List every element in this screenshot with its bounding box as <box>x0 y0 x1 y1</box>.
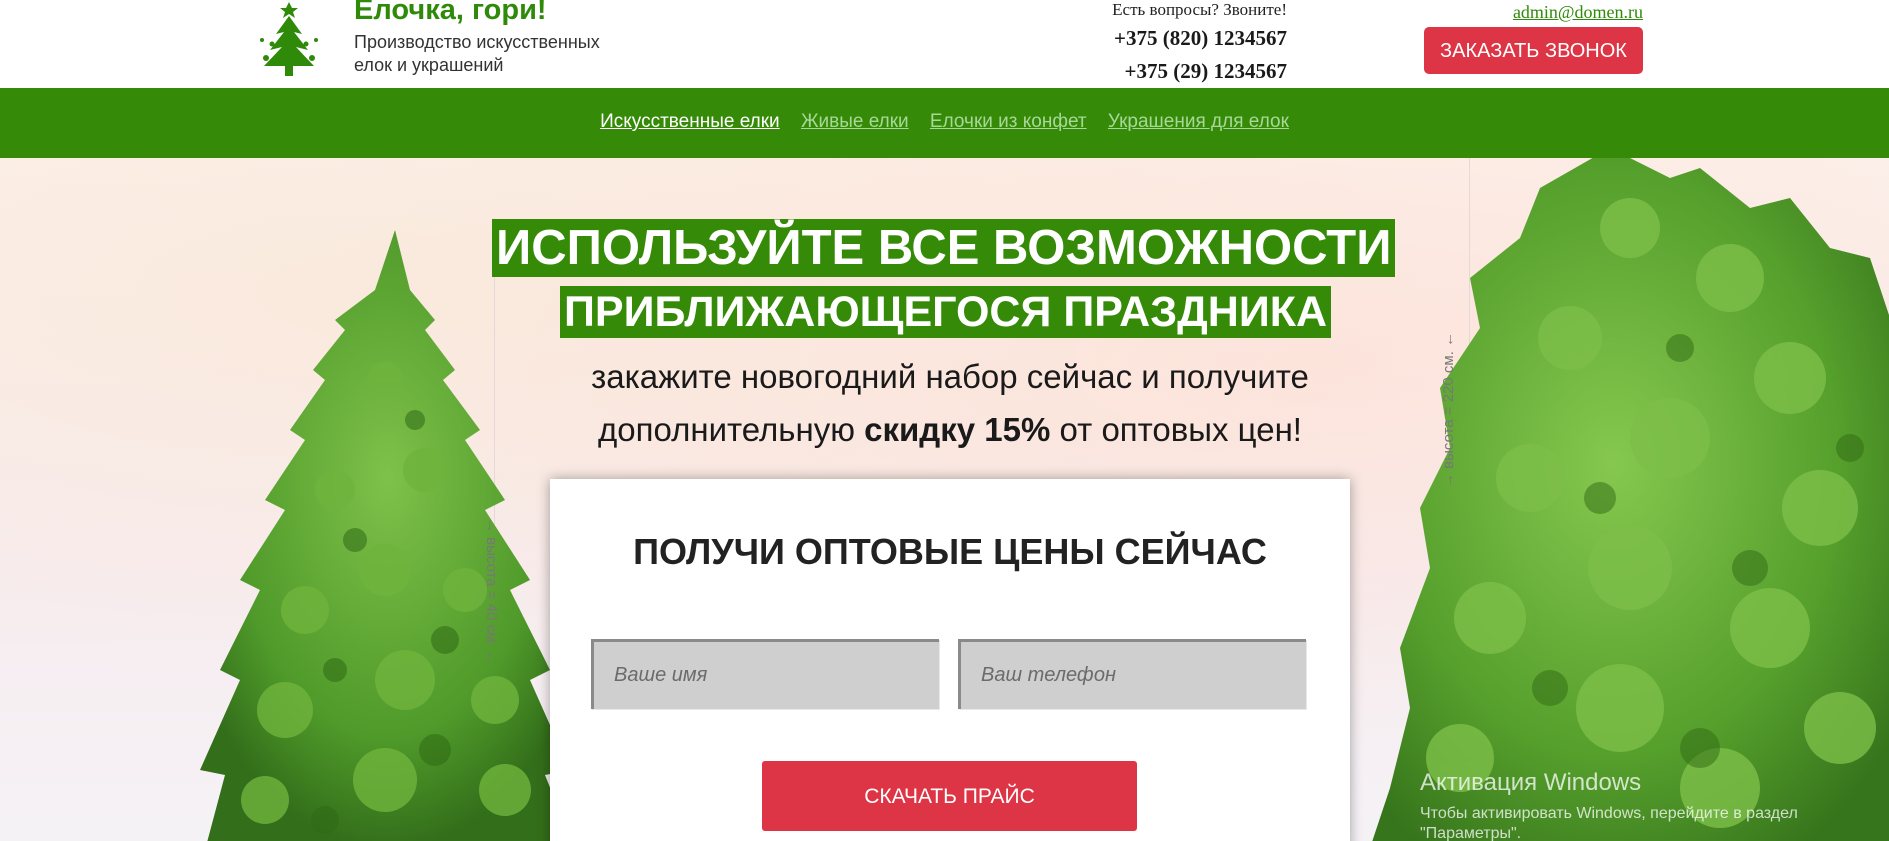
windows-activation-line-2: "Параметры". <box>1420 825 1522 841</box>
discount-highlight: скидку 15% <box>864 411 1051 448</box>
price-request-form: ПОЛУЧИ ОПТОВЫЕ ЦЕНЫ СЕЙЧАС СКАЧАТЬ ПРАЙС <box>550 479 1350 841</box>
order-callback-button[interactable]: ЗАКАЗАТЬ ЗВОНОК <box>1424 27 1643 74</box>
windows-activation-line-1: Чтобы активировать Windows, перейдите в … <box>1420 805 1798 822</box>
phone-number-2[interactable]: +375 (29) 1234567 <box>1125 59 1287 84</box>
email-link[interactable]: admin@domen.ru <box>1513 2 1643 23</box>
nav-item-live-trees[interactable]: Живые елки <box>801 111 909 133</box>
logo-subtitle: Производство искусственных елок и украше… <box>354 32 600 75</box>
tall-tree-image <box>1372 158 1889 841</box>
phone-number-1[interactable]: +375 (820) 1234567 <box>1114 26 1287 51</box>
nav-item-artificial-trees[interactable]: Искусственные елки <box>600 111 780 133</box>
nav-item-candy-trees[interactable]: Елочки из конфет <box>930 111 1087 133</box>
hero-subline: закажите новогодний набор сейчас и получ… <box>500 350 1400 456</box>
height-label-tall-tree: → высота = 220 см. ← <box>1440 331 1457 488</box>
small-tree-image <box>200 230 572 841</box>
hero-headline-2: ПРИБЛИЖАЮЩЕГОСЯ ПРАЗДНИКА <box>560 286 1332 338</box>
windows-activation-text: Чтобы активировать Windows, перейдите в … <box>1420 804 1798 841</box>
form-title: ПОЛУЧИ ОПТОВЫЕ ЦЕНЫ СЕЙЧАС <box>633 531 1267 572</box>
nav-item-tree-decorations[interactable]: Украшения для елок <box>1108 111 1289 133</box>
main-nav: Искусственные елки Живые елки Елочки из … <box>0 88 1889 158</box>
hero-section: → высота = 40 см. ← → высота = 220 см. ←… <box>0 158 1889 841</box>
hero-headline-1: ИСПОЛЬЗУЙТЕ ВСЕ ВОЗМОЖНОСТИ <box>492 219 1396 277</box>
phone-input[interactable] <box>958 639 1306 709</box>
download-price-button[interactable]: СКАЧАТЬ ПРАЙС <box>762 761 1137 831</box>
name-input[interactable] <box>591 639 939 709</box>
site-header: Елочка, гори! Производство искусственных… <box>0 0 1889 88</box>
hero-subline-end: от оптовых цен! <box>1059 411 1302 448</box>
contact-question: Есть вопросы? Звоните! <box>1112 0 1287 19</box>
height-label-small-tree: → высота = 40 см. ← <box>483 518 500 666</box>
windows-activation-title: Активация Windows <box>1420 769 1642 796</box>
logo-title[interactable]: Елочка, гори! <box>354 0 547 27</box>
christmas-tree-logo-icon[interactable] <box>254 0 324 80</box>
